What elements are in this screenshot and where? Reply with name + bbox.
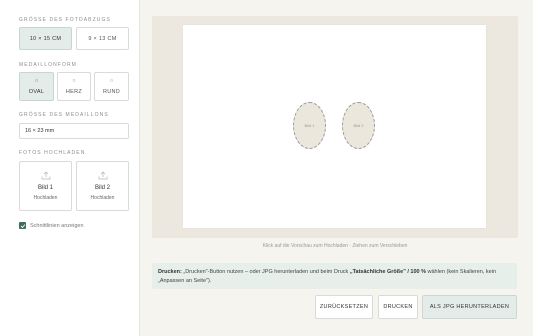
upload-label: FOTOS HOCHLADEN xyxy=(19,150,86,156)
shape-option-herz[interactable]: o HERZ xyxy=(57,72,91,101)
cut-lines-toggle[interactable]: Schnittlinien anzeigen xyxy=(19,222,84,229)
info-text: „Drucken"-Button nutzen – oder JPG herun… xyxy=(181,269,350,275)
shape-option-label: OVAL xyxy=(28,88,45,95)
shape-label: MEDAILLONFORM xyxy=(19,62,77,68)
locket-size-value: 16 × 23 mm xyxy=(25,128,55,134)
upload-slot-action: Hochladen xyxy=(33,195,58,201)
sidebar: GRÖSSE DES FOTOABZUGS 10 × 15 CM 9 × 13 … xyxy=(0,0,140,336)
print-size-label: GRÖSSE DES FOTOABZUGS xyxy=(19,17,111,23)
upload-slot-2[interactable]: Bild 2 Hochladen xyxy=(76,161,129,211)
shape-option-label: HERZ xyxy=(65,88,83,95)
print-size-option-label: 10 × 15 CM xyxy=(29,35,62,42)
slot-label: Bild 2 xyxy=(353,123,364,128)
info-bold-size: „Tatsächliche Größe" / 100 % xyxy=(349,269,426,275)
shape-option-oval[interactable]: o OVAL xyxy=(19,72,54,101)
locket-size-select[interactable]: 16 × 23 mm xyxy=(19,123,129,139)
print-size-option-label: 9 × 13 CM xyxy=(88,35,117,42)
shape-option-label: RUND xyxy=(102,88,121,95)
locket-photo-slot-2[interactable]: Bild 2 xyxy=(342,102,375,149)
shape-option-rund[interactable]: o RUND xyxy=(94,72,129,101)
photo-print-preview[interactable]: Bild 1 Bild 2 xyxy=(183,25,486,228)
upload-slot-action: Hochladen xyxy=(90,195,115,201)
upload-icon xyxy=(98,171,107,180)
print-info-box: Drucken: „Drucken"-Button nutzen – oder … xyxy=(152,263,517,289)
download-jpg-button[interactable]: ALS JPG HERUNTERLADEN xyxy=(422,295,517,319)
print-size-option-9x13[interactable]: 9 × 13 CM xyxy=(76,27,129,50)
locket-size-label: GRÖSSE DES MEDAILLONS xyxy=(19,112,109,118)
round-shape-icon: o xyxy=(110,77,113,84)
upload-slot-title: Bild 2 xyxy=(94,185,110,191)
cut-lines-label: Schnittlinien anzeigen xyxy=(30,222,84,229)
checkbox[interactable] xyxy=(19,222,26,229)
upload-slot-1[interactable]: Bild 1 Hochladen xyxy=(19,161,72,211)
preview-hint: Klick auf die Vorschau zum Hochladen · Z… xyxy=(262,243,408,249)
slot-label: Bild 1 xyxy=(304,123,315,128)
heart-shape-icon: o xyxy=(72,77,76,84)
check-icon xyxy=(20,223,25,228)
locket-photo-slot-1[interactable]: Bild 1 xyxy=(293,102,326,149)
oval-shape-icon: o xyxy=(35,77,38,84)
print-button[interactable]: DRUCKEN xyxy=(378,295,418,319)
print-size-option-10x15[interactable]: 10 × 15 CM xyxy=(19,27,72,50)
upload-slot-title: Bild 1 xyxy=(37,185,53,191)
info-bold-prefix: Drucken: xyxy=(158,269,182,275)
upload-icon xyxy=(41,171,50,180)
reset-button[interactable]: ZURÜCKSETZEN xyxy=(315,295,373,319)
